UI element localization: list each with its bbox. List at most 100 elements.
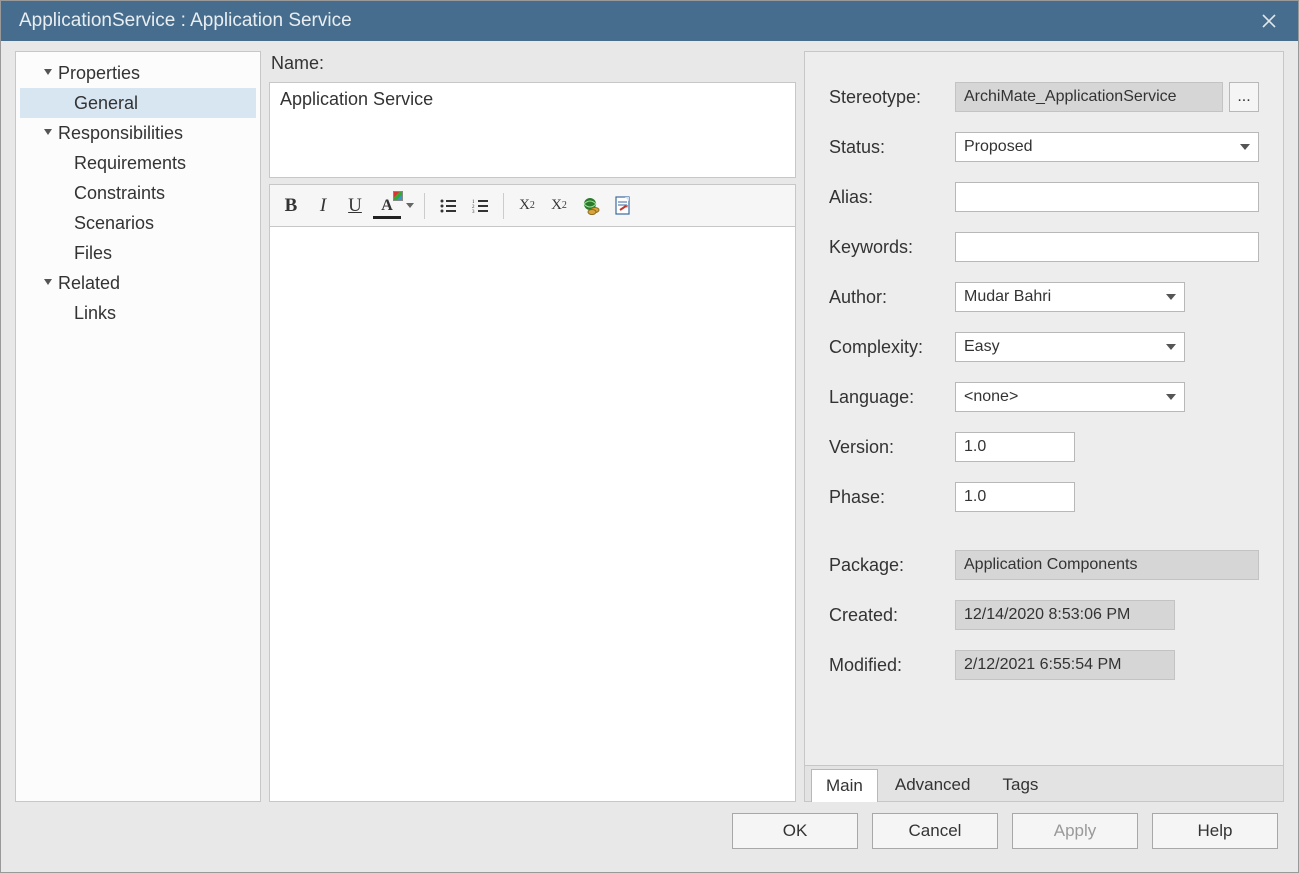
tree-item-files[interactable]: Files <box>20 238 256 268</box>
tree-item-links[interactable]: Links <box>20 298 256 328</box>
modified-field: 2/12/2021 6:55:54 PM <box>955 650 1175 680</box>
chevron-down-icon <box>1166 344 1176 350</box>
row-complexity: Complexity: Easy <box>829 332 1259 362</box>
dialog-footer: OK Cancel Apply Help <box>15 802 1284 860</box>
tree-item-properties[interactable]: Properties <box>20 58 256 88</box>
phase-input[interactable]: 1.0 <box>955 482 1075 512</box>
properties-panel: Stereotype: ArchiMate_ApplicationService… <box>804 51 1284 802</box>
chevron-down-icon <box>1240 144 1250 150</box>
color-swatch-icon <box>393 191 403 201</box>
center-column: Name: Application Service B I U A <box>269 51 796 802</box>
ellipsis-icon: ... <box>1237 88 1250 106</box>
tree-label: Files <box>74 243 112 264</box>
language-label: Language: <box>829 387 955 408</box>
stereotype-label: Stereotype: <box>829 87 955 108</box>
tree-label: Scenarios <box>74 213 154 234</box>
modified-value: 2/12/2021 6:55:54 PM <box>964 656 1121 674</box>
close-button[interactable] <box>1252 4 1286 38</box>
tree-label: General <box>74 93 138 114</box>
stereotype-field[interactable]: ArchiMate_ApplicationService <box>955 82 1223 112</box>
name-input[interactable]: Application Service <box>269 82 796 178</box>
keywords-label: Keywords: <box>829 237 955 258</box>
description-area: B I U A <box>269 184 796 802</box>
complexity-combo[interactable]: Easy <box>955 332 1185 362</box>
tree-label: Constraints <box>74 183 165 204</box>
font-color-button[interactable]: A <box>372 191 402 221</box>
subscript-button[interactable]: X2 <box>544 191 574 221</box>
tree-item-scenarios[interactable]: Scenarios <box>20 208 256 238</box>
tree-label: Properties <box>58 63 140 84</box>
row-stereotype: Stereotype: ArchiMate_ApplicationService… <box>829 82 1259 112</box>
chevron-down-icon <box>1166 394 1176 400</box>
insert-document-button[interactable] <box>608 191 638 221</box>
name-label: Name: <box>269 51 796 76</box>
name-value: Application Service <box>280 89 433 109</box>
tree-item-related[interactable]: Related <box>20 268 256 298</box>
author-combo[interactable]: Mudar Bahri <box>955 282 1185 312</box>
tabs: Main Advanced Tags <box>805 765 1283 801</box>
tree-label: Responsibilities <box>58 123 183 144</box>
properties-panel-body: Stereotype: ArchiMate_ApplicationService… <box>805 52 1283 765</box>
tree-item-general[interactable]: General <box>20 88 256 118</box>
modified-label: Modified: <box>829 655 955 676</box>
stereotype-browse-button[interactable]: ... <box>1229 82 1259 112</box>
row-phase: Phase: 1.0 <box>829 482 1259 512</box>
package-value: Application Components <box>964 556 1137 574</box>
row-created: Created: 12/14/2020 8:53:06 PM <box>829 600 1259 630</box>
cancel-button[interactable]: Cancel <box>872 813 998 849</box>
keywords-input[interactable] <box>955 232 1259 262</box>
chevron-down-icon <box>1166 294 1176 300</box>
dialog-body: Properties General Responsibilities Requ… <box>1 41 1298 872</box>
tab-main[interactable]: Main <box>811 769 878 802</box>
stereotype-value: ArchiMate_ApplicationService <box>964 88 1177 106</box>
separator <box>424 193 425 219</box>
phase-label: Phase: <box>829 487 955 508</box>
row-status: Status: Proposed <box>829 132 1259 162</box>
numbered-list-button[interactable]: 1 2 3 <box>465 191 495 221</box>
ok-button[interactable]: OK <box>732 813 858 849</box>
row-package: Package: Application Components <box>829 550 1259 580</box>
author-label: Author: <box>829 287 955 308</box>
version-value: 1.0 <box>964 438 986 456</box>
language-value: <none> <box>964 388 1018 406</box>
complexity-value: Easy <box>964 338 1000 356</box>
author-value: Mudar Bahri <box>964 288 1051 306</box>
letter-a-icon: A <box>381 197 393 215</box>
main-area: Properties General Responsibilities Requ… <box>15 51 1284 802</box>
phase-value: 1.0 <box>964 488 986 506</box>
hyperlink-button[interactable] <box>576 191 606 221</box>
separator <box>503 193 504 219</box>
package-label: Package: <box>829 555 955 576</box>
window-title: ApplicationService : Application Service <box>19 10 1252 32</box>
tab-advanced[interactable]: Advanced <box>880 768 986 801</box>
row-author: Author: Mudar Bahri <box>829 282 1259 312</box>
tree-item-requirements[interactable]: Requirements <box>20 148 256 178</box>
expand-icon <box>44 279 52 285</box>
alias-input[interactable] <box>955 182 1259 212</box>
superscript-button[interactable]: X2 <box>512 191 542 221</box>
category-tree[interactable]: Properties General Responsibilities Requ… <box>15 51 261 802</box>
expand-icon <box>44 129 52 135</box>
status-combo[interactable]: Proposed <box>955 132 1259 162</box>
underline-button[interactable]: U <box>340 191 370 221</box>
created-value: 12/14/2020 8:53:06 PM <box>964 606 1130 624</box>
description-editor[interactable] <box>270 227 795 801</box>
version-input[interactable]: 1.0 <box>955 432 1075 462</box>
tree-item-responsibilities[interactable]: Responsibilities <box>20 118 256 148</box>
complexity-label: Complexity: <box>829 337 955 358</box>
bold-button[interactable]: B <box>276 191 306 221</box>
help-button[interactable]: Help <box>1152 813 1278 849</box>
package-field: Application Components <box>955 550 1259 580</box>
properties-dialog: ApplicationService : Application Service… <box>0 0 1299 873</box>
font-color-dropdown[interactable] <box>404 203 416 208</box>
tab-tags[interactable]: Tags <box>987 768 1053 801</box>
alias-label: Alias: <box>829 187 955 208</box>
apply-button[interactable]: Apply <box>1012 813 1138 849</box>
document-icon <box>614 196 632 216</box>
italic-button[interactable]: I <box>308 191 338 221</box>
tree-item-constraints[interactable]: Constraints <box>20 178 256 208</box>
language-combo[interactable]: <none> <box>955 382 1185 412</box>
svg-text:3: 3 <box>472 210 475 214</box>
row-keywords: Keywords: <box>829 232 1259 262</box>
bullet-list-button[interactable] <box>433 191 463 221</box>
